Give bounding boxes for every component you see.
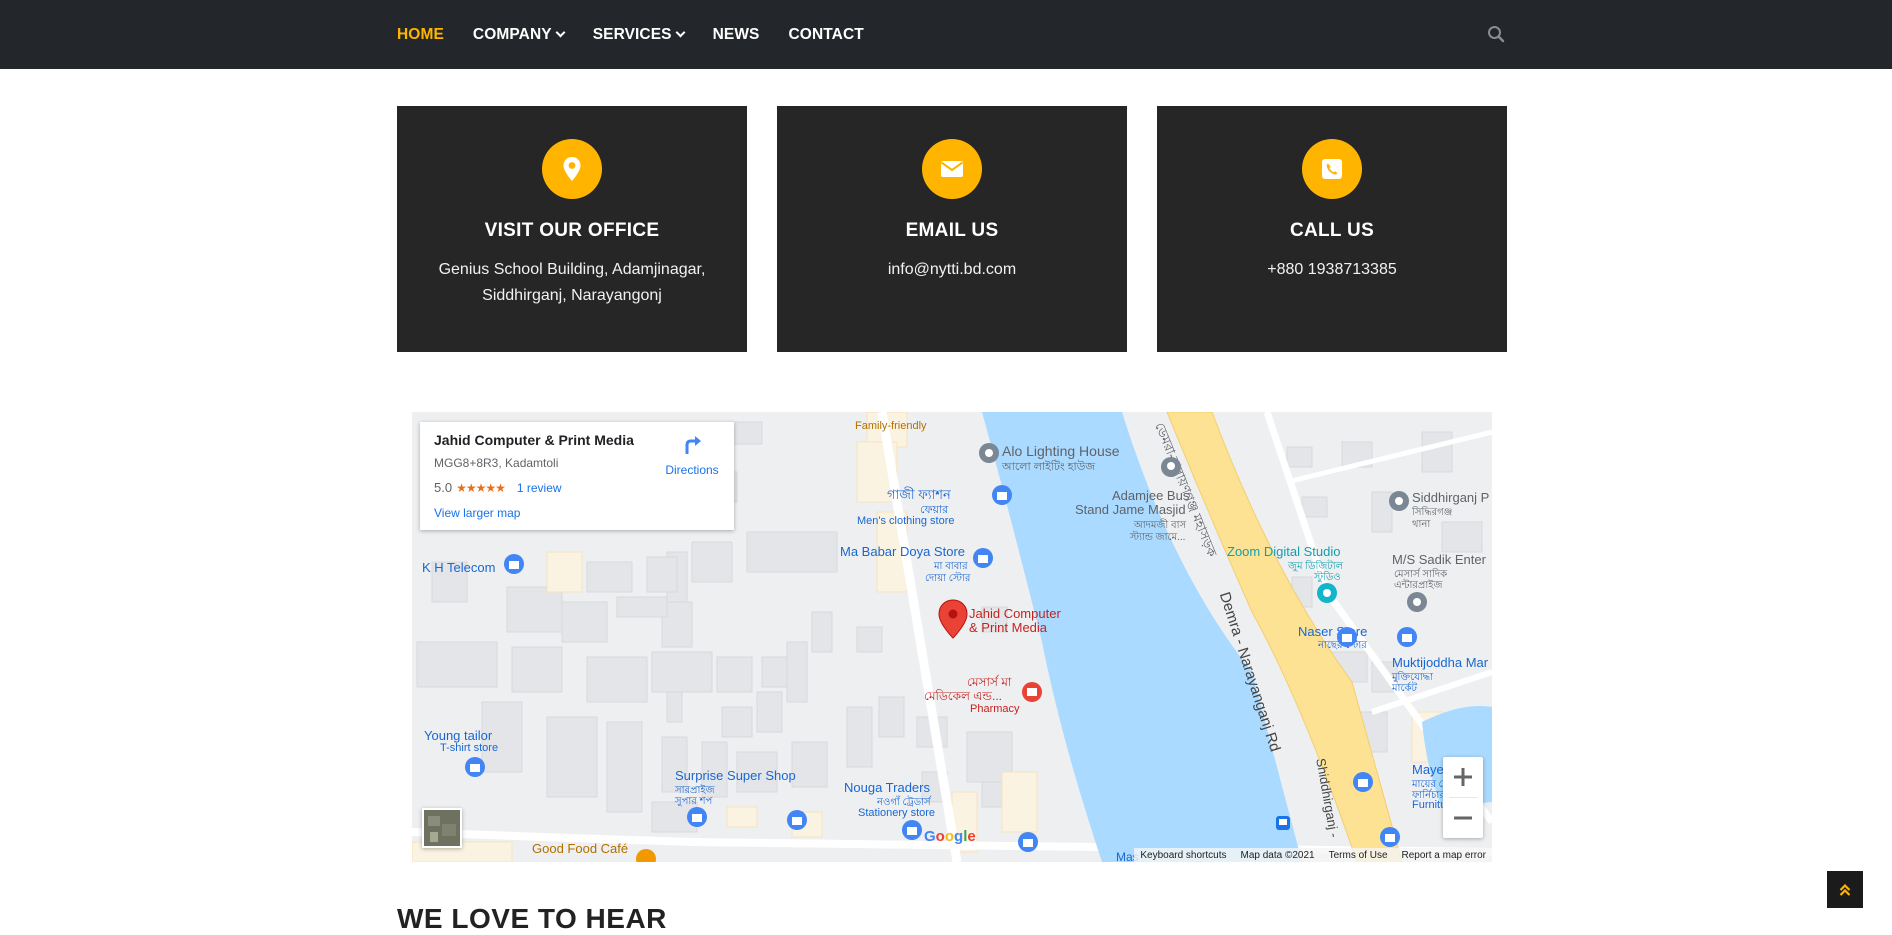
shopping-bag-icon[interactable] [1380, 827, 1400, 847]
place-info-card: Jahid Computer & Print Media MGG8+8R3, K… [420, 422, 734, 530]
google-logo: Google [924, 828, 976, 845]
card-text-line: Genius School Building, Adamjinagar, [438, 261, 706, 278]
shopping-bag-icon[interactable] [992, 485, 1012, 505]
directions-label: Directions [665, 463, 719, 477]
icon-circle [922, 139, 982, 199]
zoom-in-button[interactable] [1443, 757, 1483, 797]
map-data-text: Map data ©2021 [1240, 849, 1315, 861]
rating-value: 5.0 [434, 480, 453, 495]
satellite-thumbnail-icon [424, 810, 460, 846]
red-location-pin-icon[interactable] [938, 599, 968, 639]
location-pin-icon[interactable] [979, 443, 999, 463]
location-pin-icon[interactable] [1407, 592, 1427, 612]
chevron-down-icon [675, 27, 686, 38]
shopping-bag-icon[interactable] [1397, 627, 1417, 647]
back-to-top-button[interactable] [1827, 871, 1863, 908]
envelope-icon [940, 161, 964, 177]
map-attribution-bar: Keyboard shortcuts Map data ©2021 Terms … [1134, 848, 1492, 862]
bus-stop-icon[interactable] [1276, 816, 1290, 830]
nav-item-news[interactable]: NEWS [713, 26, 760, 44]
card-text: Genius School Building, Adamjinagar, Sidd… [417, 257, 727, 309]
pharmacy-icon[interactable] [1022, 682, 1042, 702]
call-card: CALL US +880 1938713385 [1157, 106, 1507, 352]
camera-icon[interactable] [1317, 583, 1337, 603]
card-text-line: Siddhirganj, Narayangonj [482, 287, 662, 304]
shopping-bag-icon[interactable] [504, 554, 524, 574]
icon-circle [1302, 139, 1362, 199]
card-text[interactable]: info@nytti.bd.com [797, 257, 1107, 283]
nav-label: SERVICES [592, 25, 672, 43]
top-navbar: HOME COMPANY SERVICES NEWS CONTACT [0, 0, 1892, 69]
nav-label: NEWS [712, 25, 760, 43]
place-name: Jahid Computer & Print Media [434, 432, 634, 448]
email-link[interactable]: info@nytti.bd.com [888, 261, 1016, 278]
shopping-bag-icon[interactable] [787, 810, 807, 830]
nav-item-contact[interactable]: CONTACT [789, 26, 864, 44]
reviews-link[interactable]: 1 review [517, 481, 562, 495]
keyboard-shortcuts-link[interactable]: Keyboard shortcuts [1140, 850, 1226, 861]
rating-stars: ★★★★★ [456, 480, 506, 495]
email-card: EMAIL US info@nytti.bd.com [777, 106, 1127, 352]
google-map[interactable]: Family-friendly Alo Lighting House আলো ল… [412, 412, 1492, 862]
card-title: VISIT OUR OFFICE [484, 220, 660, 241]
satellite-toggle[interactable] [422, 808, 462, 848]
restaurant-icon[interactable] [636, 849, 656, 862]
card-title: CALL US [1289, 220, 1375, 241]
shopping-bag-icon[interactable] [1353, 772, 1373, 792]
terms-of-use-link[interactable]: Terms of Use [1329, 850, 1388, 861]
report-map-error-link[interactable]: Report a map error [1402, 850, 1486, 861]
nav-item-home[interactable]: HOME [397, 26, 444, 44]
shopping-bag-icon[interactable] [1018, 832, 1038, 852]
phone-icon [1322, 159, 1342, 179]
nav-label: COMPANY [472, 25, 552, 43]
place-address: MGG8+8R3, Kadamtoli [434, 456, 559, 470]
main-nav: HOME COMPANY SERVICES NEWS CONTACT [397, 0, 893, 69]
shopping-bag-icon[interactable] [687, 807, 707, 827]
shopping-bag-icon[interactable] [902, 820, 922, 840]
nav-label: HOME [397, 25, 444, 43]
nav-item-services[interactable]: SERVICES [592, 25, 686, 44]
icon-circle [542, 139, 602, 199]
shopping-bag-icon[interactable] [465, 757, 485, 777]
shopping-bag-icon[interactable] [1337, 627, 1357, 647]
visit-office-card: VISIT OUR OFFICE Genius School Building,… [397, 106, 747, 352]
map-pin-icon [563, 157, 581, 181]
shopping-bag-icon[interactable] [973, 548, 993, 568]
section-heading: WE LOVE TO HEAR [397, 903, 667, 934]
directions-icon [685, 436, 701, 454]
nav-label: CONTACT [788, 25, 864, 43]
directions-button[interactable]: Directions [662, 434, 722, 477]
zoom-control [1443, 757, 1483, 838]
double-chevron-up-icon [1839, 883, 1851, 896]
nav-item-company[interactable]: COMPANY [472, 25, 566, 44]
zoom-out-button[interactable] [1443, 798, 1483, 838]
card-title: EMAIL US [905, 220, 999, 241]
plus-icon [1454, 768, 1472, 786]
location-pin-icon[interactable] [1389, 491, 1409, 511]
card-text[interactable]: +880 1938713385 [1177, 257, 1487, 283]
chevron-down-icon [555, 27, 566, 38]
view-larger-map-link[interactable]: View larger map [434, 506, 520, 520]
phone-link[interactable]: +880 1938713385 [1267, 261, 1396, 278]
search-icon[interactable] [1487, 25, 1505, 43]
minus-icon [1454, 816, 1472, 820]
place-rating: 5.0 ★★★★★ 1 review [434, 480, 562, 495]
mosque-icon[interactable] [1161, 457, 1181, 477]
